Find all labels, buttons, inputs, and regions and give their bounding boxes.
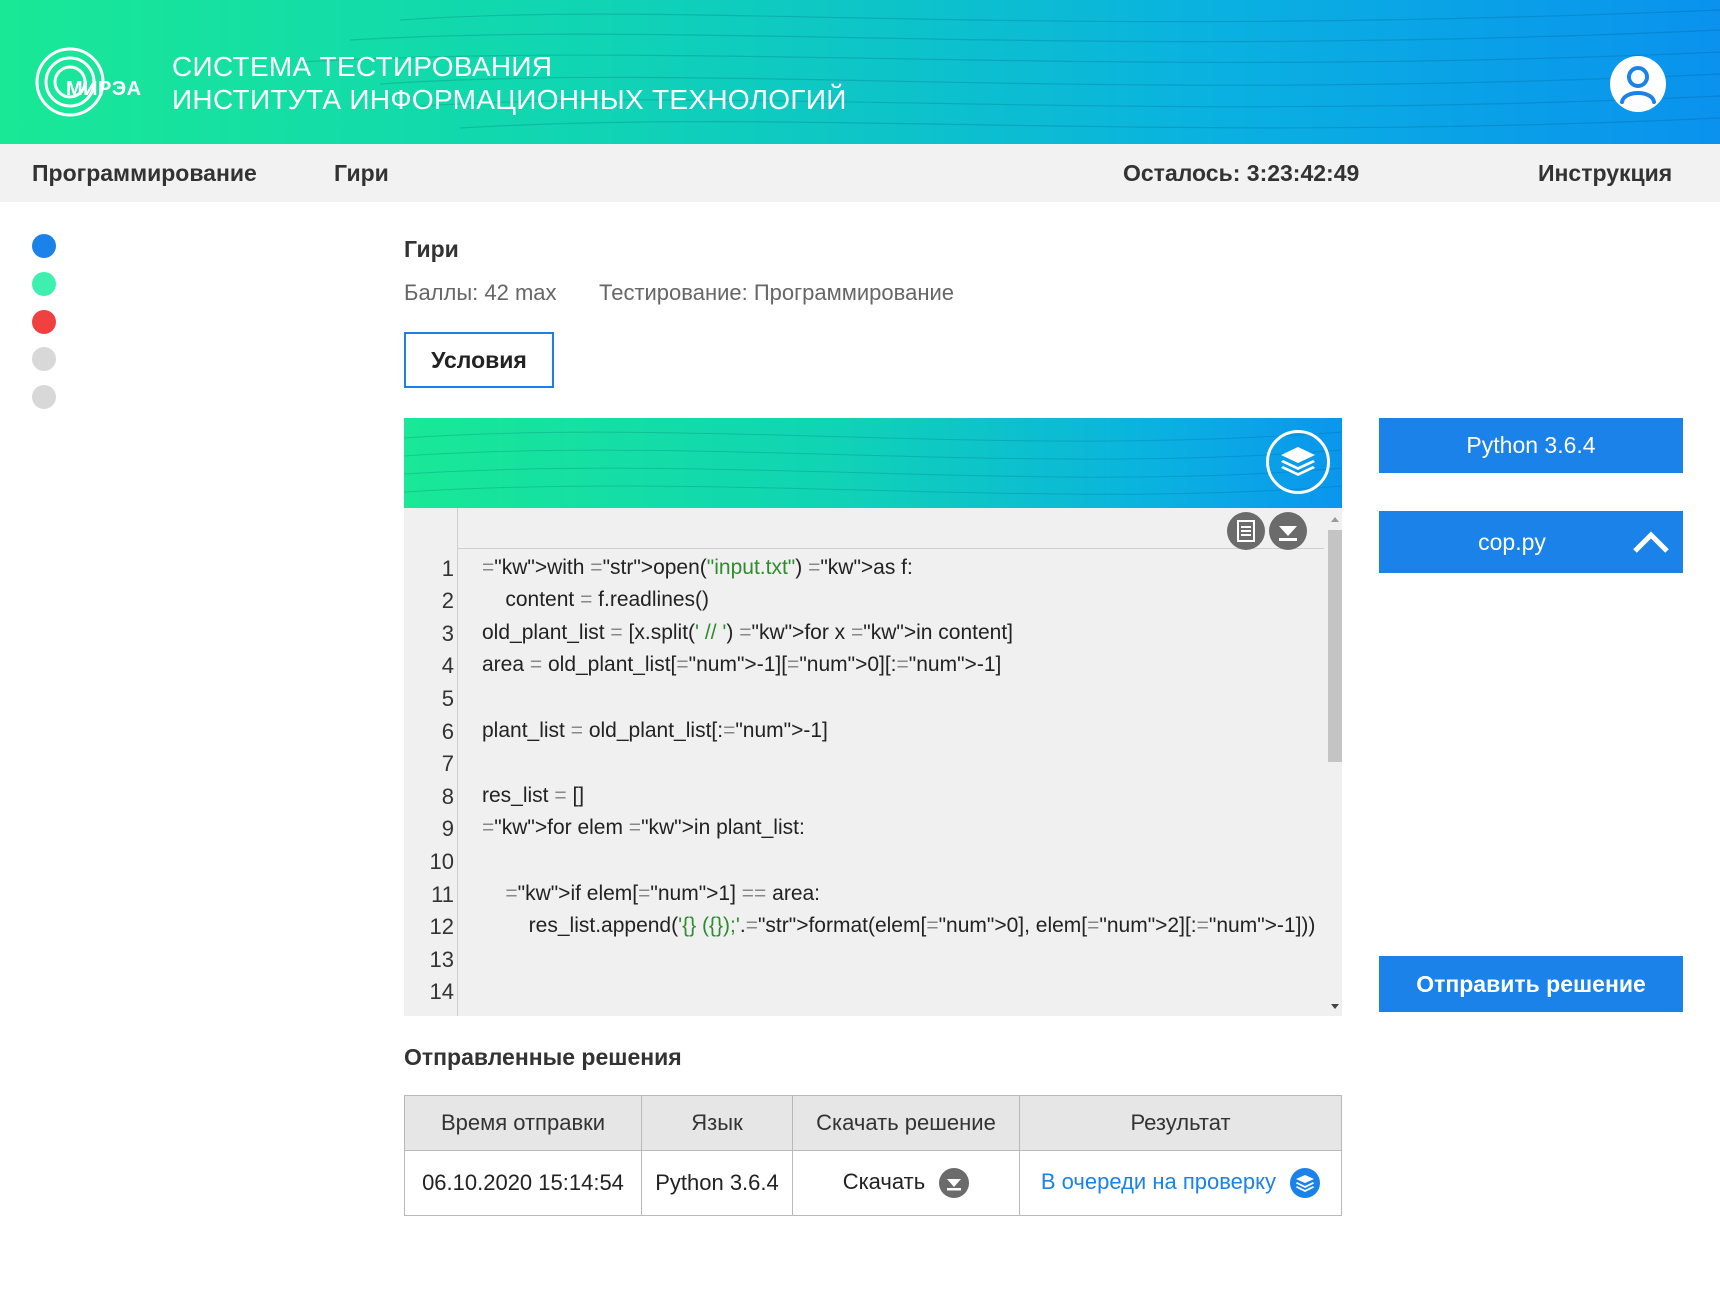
submission-language: Python 3.6.4 <box>641 1150 793 1216</box>
system-title: СИСТЕМА ТЕСТИРОВАНИЯ ИНСТИТУТА ИНФОРМАЦИ… <box>172 50 847 116</box>
line-number: 7 <box>441 751 454 776</box>
download-icon <box>1279 526 1297 541</box>
user-icon <box>1620 66 1656 104</box>
column-header: Скачать решение <box>792 1095 1020 1151</box>
layers-icon <box>1290 1168 1321 1198</box>
line-number: 12 <box>429 914 454 939</box>
download-icon <box>939 1168 970 1198</box>
line-number: 2 <box>441 588 454 613</box>
download-solution-link[interactable]: Скачать <box>792 1150 1020 1216</box>
line-number: 8 <box>441 784 454 809</box>
line-number: 10 <box>429 849 454 874</box>
chevron-up-icon <box>1633 531 1669 553</box>
line-number: 9 <box>441 816 454 841</box>
submission-time: 06.10.2020 15:14:54 <box>404 1150 642 1216</box>
task-dot-5[interactable] <box>32 385 56 409</box>
line-number: 11 <box>431 882 454 907</box>
editor-toolbar <box>404 508 1324 549</box>
nav-task-link[interactable]: Гири <box>334 160 389 187</box>
result-status: В очереди на проверку <box>1040 1168 1276 1194</box>
logo-text: МИРЭА <box>66 78 142 100</box>
language-select[interactable]: Python 3.6.4 <box>1379 418 1683 473</box>
line-number: 13 <box>429 947 454 972</box>
system-title-line1: СИСТЕМА ТЕСТИРОВАНИЯ <box>172 51 553 82</box>
task-dot-1[interactable] <box>32 234 56 258</box>
code-line: res_list.append('{} ({});'.="str">format… <box>482 914 1316 937</box>
code-line: plant_list = old_plant_list[:="num">-1] <box>482 719 828 742</box>
column-header: Язык <box>641 1095 793 1151</box>
code-line: area = old_plant_list[="num">-1][="num">… <box>482 653 1002 676</box>
download-label: Скачать <box>842 1168 926 1194</box>
task-dot-2[interactable] <box>32 272 56 296</box>
file-select[interactable]: cop.py <box>1379 511 1683 573</box>
user-avatar-button[interactable] <box>1610 56 1666 112</box>
task-dot-3[interactable] <box>32 310 56 334</box>
scroll-down-icon[interactable] <box>1328 1002 1342 1012</box>
code-editor[interactable]: 1 2 3 4 5 6 7 8 9 10 11 12 13 14 ="kw">w… <box>404 418 1342 1016</box>
code-line: ="kw">if elem[="num">1] == area: <box>505 882 821 905</box>
task-testing: Тестирование: Программирование <box>599 280 954 305</box>
submission-result[interactable]: В очереди на проверку <box>1019 1150 1342 1216</box>
code-line: ="kw">for elem ="kw">in plant_list: <box>482 816 805 839</box>
task-dot-4[interactable] <box>32 347 56 371</box>
table-row: 06.10.2020 15:14:54 Python 3.6.4 Скачать… <box>404 1150 1342 1216</box>
time-remaining: Осталось: 3:23:42:49 <box>1123 160 1360 186</box>
copy-code-button[interactable] <box>1227 512 1265 550</box>
editor-scrollbar-thumb[interactable] <box>1328 530 1342 762</box>
code-line: ="kw">with ="str">open("input.txt") ="kw… <box>482 556 913 579</box>
scroll-up-icon[interactable] <box>1328 514 1342 524</box>
submissions-title: Отправленные решения <box>404 1044 682 1070</box>
task-title: Гири <box>404 236 459 262</box>
line-number: 5 <box>441 686 454 711</box>
file-name: cop.py <box>1478 528 1546 555</box>
layers-icon <box>1281 447 1315 476</box>
layers-button[interactable] <box>1266 430 1330 494</box>
top-nav-bar: Программирование Гири Осталось: 3:23:42:… <box>0 144 1720 202</box>
code-line: old_plant_list = [x.split(' // ') ="kw">… <box>482 621 1014 644</box>
code-line: content = f.readlines() <box>482 588 710 611</box>
download-code-button[interactable] <box>1269 512 1307 550</box>
submissions-table: Время отправки Язык Скачать решение Резу… <box>404 1095 1342 1216</box>
column-header: Результат <box>1019 1095 1342 1151</box>
code-line: res_list = [] <box>482 784 585 807</box>
nav-subject-link[interactable]: Программирование <box>32 160 257 187</box>
task-points: Баллы: 42 max <box>404 280 557 305</box>
table-header-row: Время отправки Язык Скачать решение Резу… <box>404 1095 1342 1151</box>
line-number: 14 <box>429 979 454 1004</box>
site-header: МИРЭА СИСТЕМА ТЕСТИРОВАНИЯ ИНСТИТУТА ИНФ… <box>0 0 1720 144</box>
line-number: 1 <box>441 556 454 581</box>
line-number: 6 <box>441 719 454 744</box>
line-number: 4 <box>441 653 454 678</box>
conditions-button[interactable]: Условия <box>404 332 554 388</box>
editor-header <box>404 418 1342 508</box>
line-number: 3 <box>441 621 454 646</box>
line-number-gutter: 1 2 3 4 5 6 7 8 9 10 11 12 13 14 <box>404 508 458 1016</box>
instructions-link[interactable]: Инструкция <box>1538 160 1672 187</box>
system-title-line2: ИНСТИТУТА ИНФОРМАЦИОННЫХ ТЕХНОЛОГИЙ <box>172 84 847 115</box>
submit-solution-button[interactable]: Отправить решение <box>1379 956 1683 1012</box>
editor-header-waves <box>404 431 1342 495</box>
column-header: Время отправки <box>404 1095 642 1151</box>
document-icon <box>1237 520 1255 542</box>
